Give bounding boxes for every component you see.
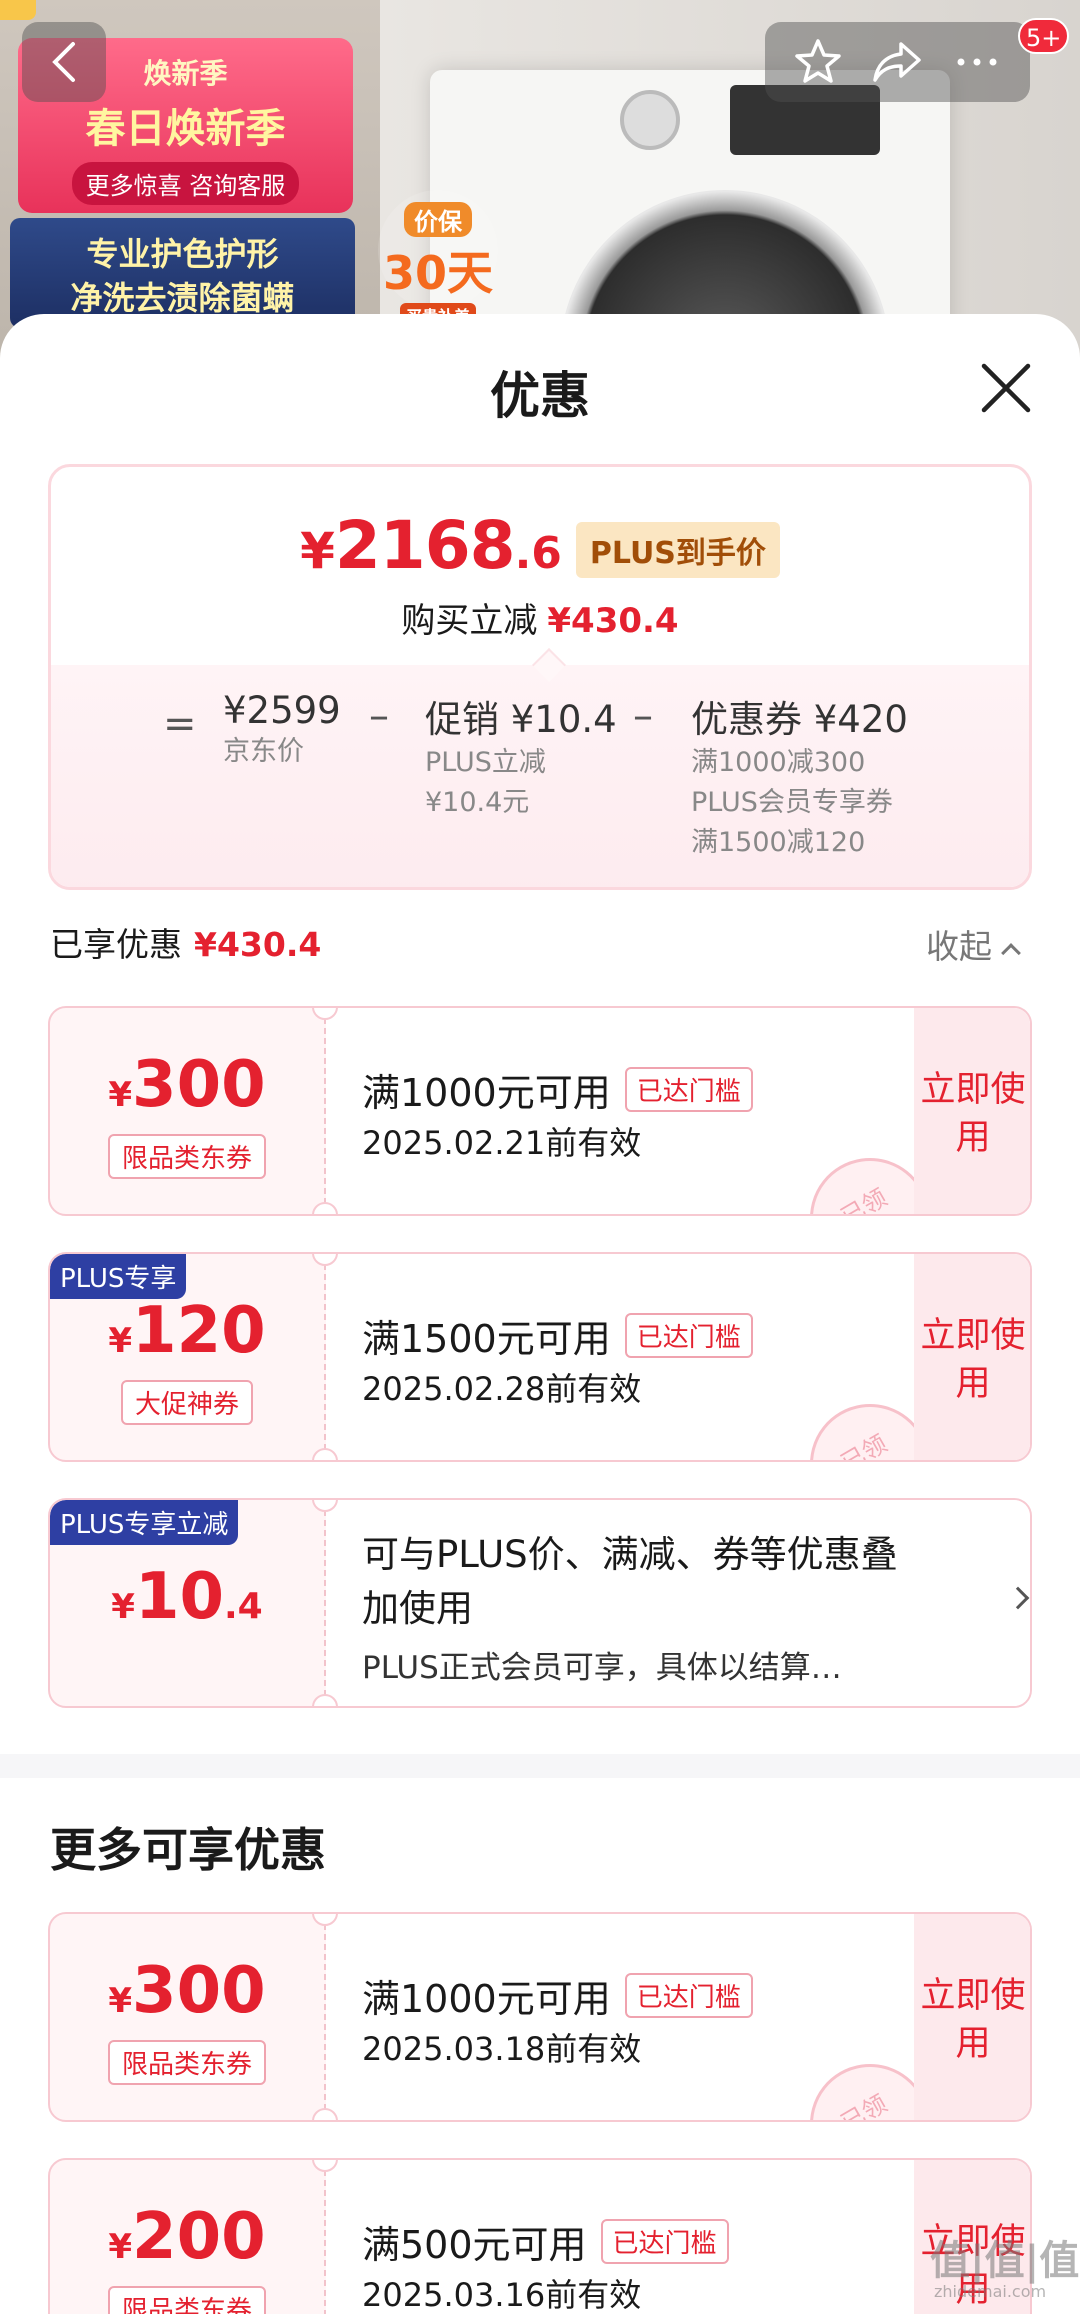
coupon-condition: 满1000元可用 已达门槛: [362, 1062, 753, 1117]
sheet-title: 优惠: [490, 367, 590, 425]
coupon-amount: ¥200: [108, 2200, 266, 2274]
promo-cta: 更多惊喜 咨询客服: [71, 162, 300, 205]
base-price: ¥2599: [223, 689, 341, 732]
promo-main: 促销 ¥10.4: [425, 698, 617, 741]
price-decimal: .6: [514, 528, 562, 579]
coupon-condition: 满1000元可用 已达门槛: [362, 1968, 753, 2023]
discount-sheet: 优惠 ¥ 2168 .6 PLUS到手价 购买立减 ¥430.4 = ¥2599 …: [0, 314, 1080, 2314]
coupon-condition: 满500元可用 已达门槛: [362, 2214, 729, 2269]
coupon-sub-2: PLUS会员专享券: [691, 787, 893, 818]
final-price: ¥ 2168 .6 PLUS到手价: [51, 507, 1029, 584]
coupon-validity: 2025.03.18前有效: [362, 2030, 642, 2068]
corner-badge: [0, 0, 36, 20]
discount-note: PLUS正式会员可享，具体以结算…: [362, 1650, 842, 1686]
price-symbol: ¥: [300, 522, 335, 580]
use-now-button[interactable]: 立即使用: [918, 1312, 1028, 1408]
plus-exclusive-label: PLUS专享: [50, 1254, 187, 1299]
reduce-label: 购买立减: [401, 601, 538, 641]
plus-price-tag: PLUS到手价: [575, 521, 780, 578]
reduce-value: ¥430.4: [547, 601, 679, 641]
plus-discount-card[interactable]: PLUS专享立减 ¥10.4 可与PLUS价、满减、券等优惠叠加使用 PLUS正…: [48, 1498, 1032, 1708]
more-icon[interactable]: [951, 36, 1003, 88]
enjoyed-label: 已享优惠: [50, 925, 182, 964]
minus-sign-2: –: [633, 693, 653, 739]
equals-sign: =: [163, 701, 197, 747]
section-divider: [0, 1754, 1080, 1778]
guarantee-days: 30天: [382, 246, 493, 300]
promo-sub-1: PLUS立减: [425, 747, 546, 778]
coupon-type: 限品类东券: [50, 2040, 324, 2085]
plus-exclusive-label: PLUS专享立减: [50, 1500, 239, 1545]
promo-feature-box: 专业护色护形 净洗去渍除菌螨: [10, 218, 355, 328]
star-icon[interactable]: [792, 36, 844, 88]
coupon-amount: ¥120: [108, 1294, 266, 1368]
watermark-site: zhidemai.com: [934, 2282, 1047, 2301]
coupon-card: ¥300 限品类东券 满1000元可用 已达门槛 2025.03.18前有效 已领…: [48, 1912, 1032, 2122]
coupon-card: ¥200 限品类东券 满500元可用 已达门槛 2025.03.16前有效 立即使…: [48, 2158, 1032, 2314]
use-now-button[interactable]: 立即使用: [918, 1066, 1028, 1162]
top-action-group: [765, 22, 1030, 102]
price-integer: 2168: [334, 507, 516, 584]
promo-sub-2: ¥10.4元: [425, 787, 530, 818]
use-now-button[interactable]: 立即使用: [918, 1972, 1028, 2068]
promo-feature-1: 专业护色护形: [86, 235, 279, 273]
enjoyed-discount-header: 已享优惠 ¥430.4: [50, 918, 321, 966]
coupon-amount: ¥300: [108, 1954, 266, 2028]
coupon-type: 大促神券: [50, 1380, 324, 1425]
collapse-button[interactable]: 收起: [926, 920, 1021, 968]
coupon-validity: 2025.02.28前有效: [362, 1370, 642, 1408]
guarantee-top: 价保: [404, 202, 472, 237]
threshold-tag: 已达门槛: [624, 1973, 753, 2018]
back-button[interactable]: [22, 22, 106, 102]
coupon-type: 限品类东券: [50, 2286, 324, 2314]
enjoyed-value: ¥430.4: [194, 925, 322, 964]
base-price-block: ¥2599 京东价: [223, 689, 341, 772]
chevron-left-icon: [52, 42, 75, 82]
coupon-sub-3: 满1500减120: [691, 827, 866, 858]
promo-block: 促销 ¥10.4 PLUS立减 ¥10.4元: [425, 689, 617, 823]
chevron-up-icon: [1001, 943, 1021, 963]
watermark-logo: 值|值|值: [930, 2238, 1080, 2284]
message-badge: 5+: [1018, 18, 1070, 54]
coupon-main: 优惠券 ¥420: [691, 698, 908, 741]
price-guarantee-badge: 价保 30天 买贵补差: [378, 190, 498, 327]
close-icon[interactable]: [978, 360, 1034, 416]
coupon-card: PLUS专享 ¥120 大促神券 满1500元可用 已达门槛 2025.02.28…: [48, 1252, 1032, 1462]
more-discounts-title: 更多可享优惠: [50, 1823, 326, 1877]
coupon-validity: 2025.02.21前有效: [362, 1124, 642, 1162]
coupon-amount: ¥10.4: [111, 1560, 263, 1634]
coupon-card: ¥300 限品类东券 满1000元可用 已达门槛 2025.02.21前有效 已领…: [48, 1006, 1032, 1216]
discount-description: 可与PLUS价、满减、券等优惠叠加使用: [362, 1533, 898, 1630]
collapse-label: 收起: [926, 927, 992, 966]
base-price-label: 京东价: [223, 736, 304, 767]
price-summary-card: ¥ 2168 .6 PLUS到手价 购买立减 ¥430.4 = ¥2599 京东价…: [48, 464, 1032, 890]
threshold-tag: 已达门槛: [624, 1313, 753, 1358]
promo-title: 春日焕新季: [85, 106, 286, 152]
reduce-row: 购买立减 ¥430.4: [51, 593, 1029, 642]
coupon-sub-1: 满1000减300: [691, 747, 866, 778]
coupon-type: 限品类东券: [50, 1134, 324, 1179]
coupon-validity: 2025.03.16前有效: [362, 2276, 642, 2314]
coupon-block: 优惠券 ¥420 满1000减300 PLUS会员专享券 满1500减120: [691, 689, 908, 863]
minus-sign-1: –: [369, 693, 389, 739]
washer-knob: [620, 90, 680, 150]
share-icon[interactable]: [869, 36, 925, 88]
threshold-tag: 已达门槛: [624, 1067, 753, 1112]
coupon-amount: ¥300: [108, 1048, 266, 1122]
threshold-tag: 已达门槛: [600, 2219, 729, 2264]
coupon-condition: 满1500元可用 已达门槛: [362, 1308, 753, 1363]
